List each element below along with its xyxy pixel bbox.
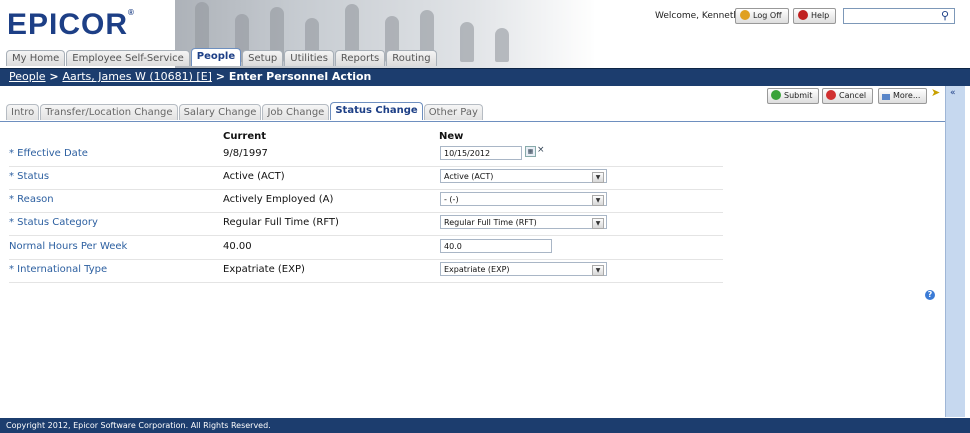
status-category-select[interactable]: Regular Full Time (RFT) ▼ — [440, 215, 607, 229]
tab-employee-self-service[interactable]: Employee Self-Service — [66, 50, 190, 66]
page-title: Enter Personnel Action — [228, 70, 372, 83]
main-tabs: My Home Employee Self-Service People Set… — [6, 48, 438, 67]
tab-transfer-location-change[interactable]: Transfer/Location Change — [40, 104, 178, 120]
pin-icon[interactable]: ➤ — [931, 86, 940, 99]
effective-date-input[interactable]: 10/15/2012 — [440, 146, 522, 160]
log-off-button[interactable]: Log Off — [735, 8, 789, 24]
help-button[interactable]: Help — [793, 8, 837, 24]
status-select[interactable]: Active (ACT) ▼ — [440, 169, 607, 183]
field-label: * Status Category — [9, 217, 98, 228]
normal-hours-input[interactable]: 40.0 — [440, 239, 552, 253]
tab-salary-change[interactable]: Salary Change — [178, 104, 262, 120]
reason-select[interactable]: - (-) ▼ — [440, 192, 607, 206]
current-column-header: Current — [223, 131, 267, 142]
field-label: * Effective Date — [9, 148, 88, 159]
form-row-effective-date: * Effective Date 9/8/1997 10/15/2012 ▦ × — [9, 143, 723, 167]
form-row-status: * Status Active (ACT) Active (ACT) ▼ — [9, 166, 723, 190]
more-button[interactable]: More... — [878, 88, 928, 104]
form-row-international-type: * International Type Expatriate (EXP) Ex… — [9, 259, 723, 283]
cancel-icon — [826, 90, 836, 100]
page-help-icon[interactable]: ? — [925, 290, 935, 300]
chevron-down-icon[interactable]: ▼ — [592, 172, 604, 183]
current-value: Regular Full Time (RFT) — [223, 217, 339, 228]
search-input[interactable] — [843, 8, 955, 24]
cancel-button[interactable]: Cancel — [822, 88, 874, 104]
field-label: * Reason — [9, 194, 54, 205]
current-value: 9/8/1997 — [223, 148, 268, 159]
chevron-down-icon[interactable]: ▼ — [592, 265, 604, 276]
international-type-select[interactable]: Expatriate (EXP) ▼ — [440, 262, 607, 276]
search-icon[interactable]: ⚲ — [941, 9, 949, 22]
breadcrumb-separator: > — [211, 70, 229, 83]
tab-routing[interactable]: Routing — [386, 50, 437, 66]
current-value: Actively Employed (A) — [223, 194, 334, 205]
welcome-text: Welcome, Kenneth — [655, 11, 740, 21]
lock-icon — [740, 10, 750, 20]
clear-date-icon[interactable]: × — [537, 145, 545, 155]
current-value: Active (ACT) — [223, 171, 285, 182]
field-label: * Status — [9, 171, 50, 182]
tab-utilities[interactable]: Utilities — [284, 50, 334, 66]
field-label: Normal Hours Per Week — [9, 241, 128, 252]
tab-people[interactable]: People — [190, 48, 242, 66]
tab-reports[interactable]: Reports — [334, 50, 386, 66]
calendar-icon[interactable]: ▦ — [525, 146, 536, 157]
submit-button[interactable]: Submit — [767, 88, 820, 104]
tab-setup[interactable]: Setup — [242, 50, 284, 66]
tab-other-pay[interactable]: Other Pay — [423, 104, 483, 120]
epicor-logo: EPICOR® — [7, 8, 135, 41]
chevron-down-icon — [882, 94, 890, 100]
footer: Copyright 2012, Epicor Software Corporat… — [0, 418, 970, 433]
help-icon — [798, 10, 808, 20]
breadcrumb-people-link[interactable]: People — [9, 70, 46, 83]
check-icon — [771, 90, 781, 100]
tab-divider — [0, 121, 945, 122]
tab-job-change[interactable]: Job Change — [262, 104, 330, 120]
personnel-action-tabs: Intro Transfer/Location Change Salary Ch… — [6, 102, 484, 121]
breadcrumb-separator: > — [45, 70, 63, 83]
breadcrumb-employee-link[interactable]: Aarts, James W (10681) [E] — [62, 70, 212, 83]
form-row-status-category: * Status Category Regular Full Time (RFT… — [9, 212, 723, 236]
form-row-normal-hours: Normal Hours Per Week 40.00 40.0 — [9, 236, 723, 260]
side-panel-strip — [945, 86, 965, 417]
tab-status-change[interactable]: Status Change — [330, 102, 423, 120]
field-label: * International Type — [9, 264, 108, 275]
breadcrumb: People > Aarts, James W (10681) [E] > En… — [9, 70, 371, 83]
form-row-reason: * Reason Actively Employed (A) - (-) ▼ — [9, 189, 723, 213]
collapse-panel-icon[interactable]: « — [950, 88, 956, 98]
chevron-down-icon[interactable]: ▼ — [592, 195, 604, 206]
tab-my-home[interactable]: My Home — [6, 50, 66, 66]
current-value: 40.00 — [223, 241, 252, 252]
new-column-header: New — [439, 131, 464, 142]
tab-intro[interactable]: Intro — [6, 104, 40, 120]
chevron-down-icon[interactable]: ▼ — [592, 218, 604, 229]
current-value: Expatriate (EXP) — [223, 264, 305, 275]
